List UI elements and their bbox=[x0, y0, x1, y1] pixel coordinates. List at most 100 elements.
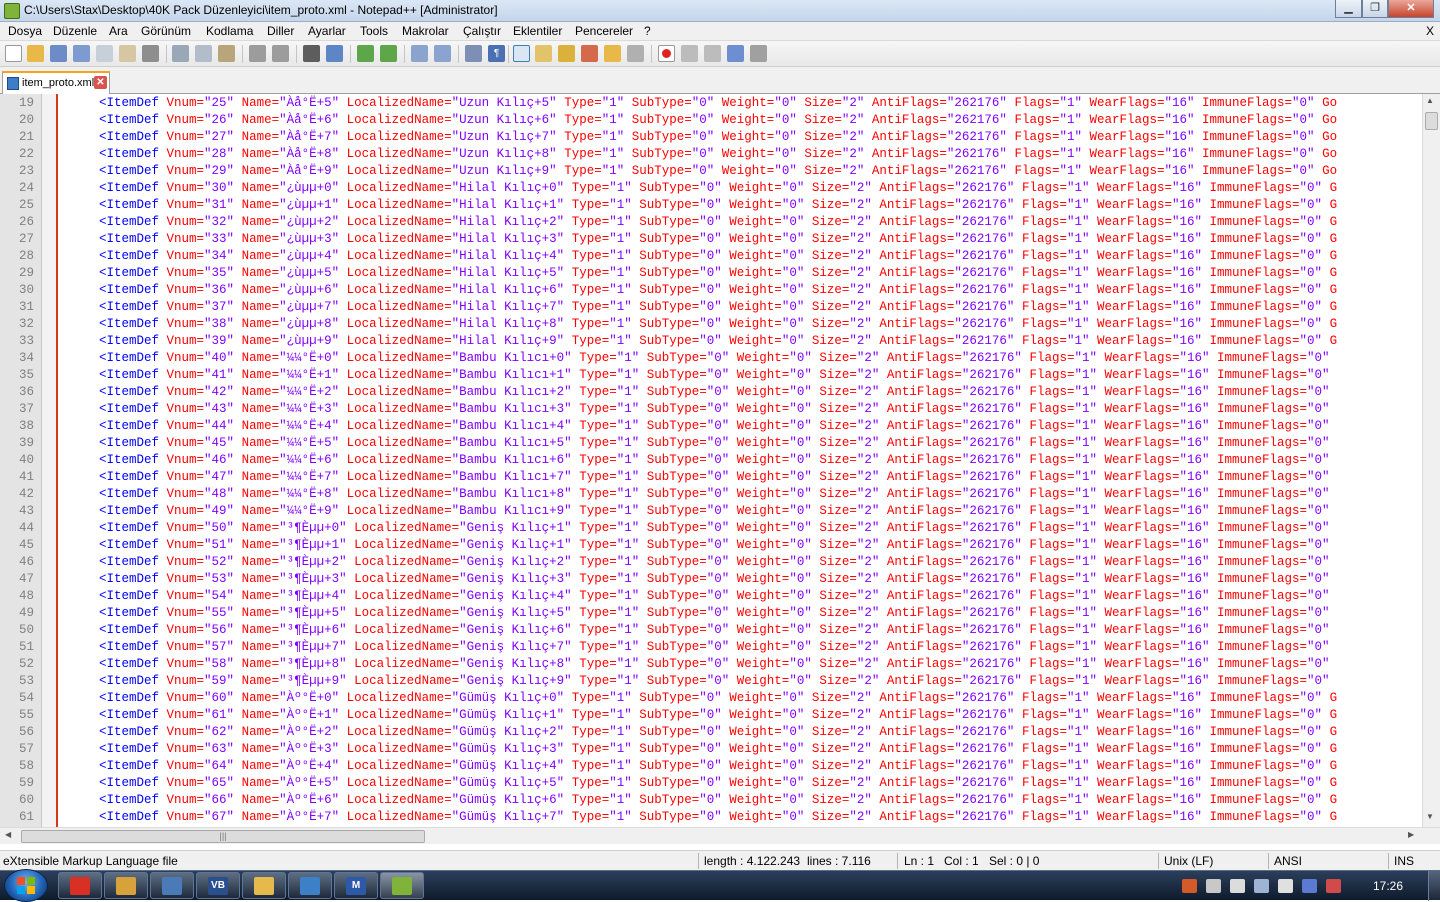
code-line[interactable]: 59 <ItemDef Vnum="65" Name="Àº°Ë+5" Local… bbox=[0, 775, 1422, 792]
scroll-right-icon[interactable]: ▶ bbox=[1408, 830, 1414, 839]
save-icon[interactable] bbox=[50, 45, 67, 62]
tab-item-proto[interactable]: item_proto.xml ✕ bbox=[2, 71, 110, 94]
code-line[interactable]: 31 <ItemDef Vnum="37" Name="¿ùµµ+7" Local… bbox=[0, 299, 1422, 316]
show-desktop-button[interactable] bbox=[1428, 871, 1440, 901]
volume-icon[interactable] bbox=[1230, 879, 1245, 893]
code-line[interactable]: 23 <ItemDef Vnum="29" Name="Àå°Ë+9" Local… bbox=[0, 163, 1422, 180]
code-line[interactable]: 40 <ItemDef Vnum="46" Name="¼¼°Ë+6" Local… bbox=[0, 452, 1422, 469]
network-icon[interactable] bbox=[1254, 879, 1269, 893]
menu-tools[interactable]: Tools bbox=[360, 24, 388, 38]
code-line[interactable]: 26 <ItemDef Vnum="32" Name="¿ùµµ+2" Local… bbox=[0, 214, 1422, 231]
code-line[interactable]: 19 <ItemDef Vnum="25" Name="Àå°Ë+5" Local… bbox=[0, 95, 1422, 112]
monitoring-icon[interactable] bbox=[627, 45, 644, 62]
code-line[interactable]: 27 <ItemDef Vnum="33" Name="¿ùµµ+3" Local… bbox=[0, 231, 1422, 248]
copy-icon[interactable] bbox=[195, 45, 212, 62]
function-list-icon[interactable] bbox=[581, 45, 598, 62]
code-line[interactable]: 41 <ItemDef Vnum="47" Name="¼¼°Ë+7" Local… bbox=[0, 469, 1422, 486]
code-line[interactable]: 29 <ItemDef Vnum="35" Name="¿ùµµ+5" Local… bbox=[0, 265, 1422, 282]
zoom-in-icon[interactable] bbox=[357, 45, 374, 62]
taskbar-app-button[interactable]: VB bbox=[196, 872, 240, 899]
run-macro-multiple-icon[interactable] bbox=[727, 45, 744, 62]
code-line[interactable]: 46 <ItemDef Vnum="52" Name="³¶È­µµ+2" Loc… bbox=[0, 554, 1422, 571]
code-line[interactable]: 35 <ItemDef Vnum="41" Name="¼¼°Ë+1" Local… bbox=[0, 367, 1422, 384]
code-line[interactable]: 45 <ItemDef Vnum="51" Name="³¶È­µµ+1" Loc… bbox=[0, 537, 1422, 554]
menu-ara[interactable]: Ara bbox=[109, 24, 128, 38]
show-all-chars-icon[interactable]: ¶ bbox=[488, 45, 505, 62]
scroll-down-icon[interactable]: ▼ bbox=[1426, 812, 1434, 821]
find-icon[interactable] bbox=[303, 45, 320, 62]
code-line[interactable]: 53 <ItemDef Vnum="59" Name="³¶È­µµ+9" Loc… bbox=[0, 673, 1422, 690]
save-macro-icon[interactable] bbox=[750, 45, 767, 62]
code-line[interactable]: 24 <ItemDef Vnum="30" Name="¿ùµµ+0" Local… bbox=[0, 180, 1422, 197]
vertical-scrollbar[interactable]: ▲ ▼ bbox=[1422, 94, 1440, 827]
firewall-icon[interactable] bbox=[1182, 879, 1197, 893]
cut-icon[interactable] bbox=[172, 45, 189, 62]
flag-icon[interactable] bbox=[1326, 879, 1341, 893]
code-line[interactable]: 50 <ItemDef Vnum="56" Name="³¶È­µµ+6" Loc… bbox=[0, 622, 1422, 639]
close-all-icon[interactable] bbox=[119, 45, 136, 62]
horizontal-scrollbar[interactable]: ◀ ||| ▶ bbox=[0, 827, 1440, 844]
menu-kodlama[interactable]: Kodlama bbox=[206, 24, 253, 38]
code-line[interactable]: 60 <ItemDef Vnum="66" Name="Àº°Ë+6" Local… bbox=[0, 792, 1422, 809]
taskbar-app-button[interactable] bbox=[58, 872, 102, 899]
code-line[interactable]: 33 <ItemDef Vnum="39" Name="¿ùµµ+9" Local… bbox=[0, 333, 1422, 350]
usb-icon[interactable] bbox=[1302, 879, 1317, 893]
menu-dosya[interactable]: Dosya bbox=[8, 24, 42, 38]
paste-icon[interactable] bbox=[218, 45, 235, 62]
code-line[interactable]: 34 <ItemDef Vnum="40" Name="¼¼°Ë+0" Local… bbox=[0, 350, 1422, 367]
code-line[interactable]: 48 <ItemDef Vnum="54" Name="³¶È­µµ+4" Loc… bbox=[0, 588, 1422, 605]
code-line[interactable]: 55 <ItemDef Vnum="61" Name="Àº°Ë+1" Local… bbox=[0, 707, 1422, 724]
taskbar-app-button[interactable] bbox=[380, 872, 424, 899]
close-icon[interactable] bbox=[96, 45, 113, 62]
code-line[interactable]: 36 <ItemDef Vnum="42" Name="¼¼°Ë+2" Local… bbox=[0, 384, 1422, 401]
menu-close-document[interactable]: X bbox=[1426, 24, 1434, 38]
redo-icon[interactable] bbox=[272, 45, 289, 62]
maximize-button[interactable]: ❐ bbox=[1362, 0, 1388, 18]
close-button[interactable]: ✕ bbox=[1388, 0, 1434, 18]
tab-close-icon[interactable]: ✕ bbox=[94, 76, 107, 89]
sync-vertical-icon[interactable] bbox=[411, 45, 428, 62]
code-line[interactable]: 52 <ItemDef Vnum="58" Name="³¶È­µµ+8" Loc… bbox=[0, 656, 1422, 673]
code-line[interactable]: 42 <ItemDef Vnum="48" Name="¼¼°Ë+8" Local… bbox=[0, 486, 1422, 503]
taskbar-app-button[interactable] bbox=[104, 872, 148, 899]
code-line[interactable]: 28 <ItemDef Vnum="34" Name="¿ùµµ+4" Local… bbox=[0, 248, 1422, 265]
stop-macro-icon[interactable] bbox=[681, 45, 698, 62]
code-line[interactable]: 54 <ItemDef Vnum="60" Name="Àº°Ë+0" Local… bbox=[0, 690, 1422, 707]
volume-mute-icon[interactable] bbox=[1206, 879, 1221, 893]
replace-icon[interactable] bbox=[326, 45, 343, 62]
code-line[interactable]: 51 <ItemDef Vnum="57" Name="³¶È­µµ+7" Loc… bbox=[0, 639, 1422, 656]
code-line[interactable]: 49 <ItemDef Vnum="55" Name="³¶È­µµ+5" Loc… bbox=[0, 605, 1422, 622]
code-line[interactable]: 38 <ItemDef Vnum="44" Name="¼¼°Ë+4" Local… bbox=[0, 418, 1422, 435]
clock[interactable]: 17:26 bbox=[1373, 879, 1403, 893]
record-macro-icon[interactable] bbox=[658, 45, 675, 62]
vertical-scroll-thumb[interactable] bbox=[1425, 112, 1438, 130]
code-line[interactable]: 22 <ItemDef Vnum="28" Name="Àå°Ë+8" Local… bbox=[0, 146, 1422, 163]
folder-workspace-icon[interactable] bbox=[604, 45, 621, 62]
monitor-icon[interactable] bbox=[1278, 879, 1293, 893]
code-line[interactable]: 32 <ItemDef Vnum="38" Name="¿ùµµ+8" Local… bbox=[0, 316, 1422, 333]
undo-icon[interactable] bbox=[249, 45, 266, 62]
indent-guide-icon[interactable] bbox=[513, 45, 530, 62]
taskbar-app-button[interactable] bbox=[288, 872, 332, 899]
code-line[interactable]: 56 <ItemDef Vnum="62" Name="Àº°Ë+2" Local… bbox=[0, 724, 1422, 741]
code-line[interactable]: 30 <ItemDef Vnum="36" Name="¿ùµµ+6" Local… bbox=[0, 282, 1422, 299]
menu-ayarlar[interactable]: Ayarlar bbox=[308, 24, 346, 38]
code-line[interactable]: 37 <ItemDef Vnum="43" Name="¼¼°Ë+3" Local… bbox=[0, 401, 1422, 418]
scroll-left-icon[interactable]: ◀ bbox=[5, 830, 11, 839]
menu-eklentiler[interactable]: Eklentiler bbox=[513, 24, 562, 38]
minimize-button[interactable]: ▁ bbox=[1335, 0, 1362, 18]
menu-duzenle[interactable]: Düzenle bbox=[53, 24, 97, 38]
menu-diller[interactable]: Diller bbox=[267, 24, 294, 38]
code-line[interactable]: 20 <ItemDef Vnum="26" Name="Àå°Ë+6" Local… bbox=[0, 112, 1422, 129]
sync-horizontal-icon[interactable] bbox=[434, 45, 451, 62]
menu-makrolar[interactable]: Makrolar bbox=[402, 24, 449, 38]
horizontal-scroll-thumb[interactable]: ||| bbox=[21, 830, 425, 843]
play-macro-icon[interactable] bbox=[704, 45, 721, 62]
code-line[interactable]: 25 <ItemDef Vnum="31" Name="¿ùµµ+1" Local… bbox=[0, 197, 1422, 214]
code-line[interactable]: 61 <ItemDef Vnum="67" Name="Àº°Ë+7" Local… bbox=[0, 809, 1422, 826]
taskbar-app-button[interactable] bbox=[150, 872, 194, 899]
code-line[interactable]: 39 <ItemDef Vnum="45" Name="¼¼°Ë+5" Local… bbox=[0, 435, 1422, 452]
word-wrap-icon[interactable] bbox=[465, 45, 482, 62]
code-line[interactable]: 44 <ItemDef Vnum="50" Name="³¶È­µµ+0" Loc… bbox=[0, 520, 1422, 537]
scroll-up-icon[interactable]: ▲ bbox=[1426, 96, 1434, 105]
